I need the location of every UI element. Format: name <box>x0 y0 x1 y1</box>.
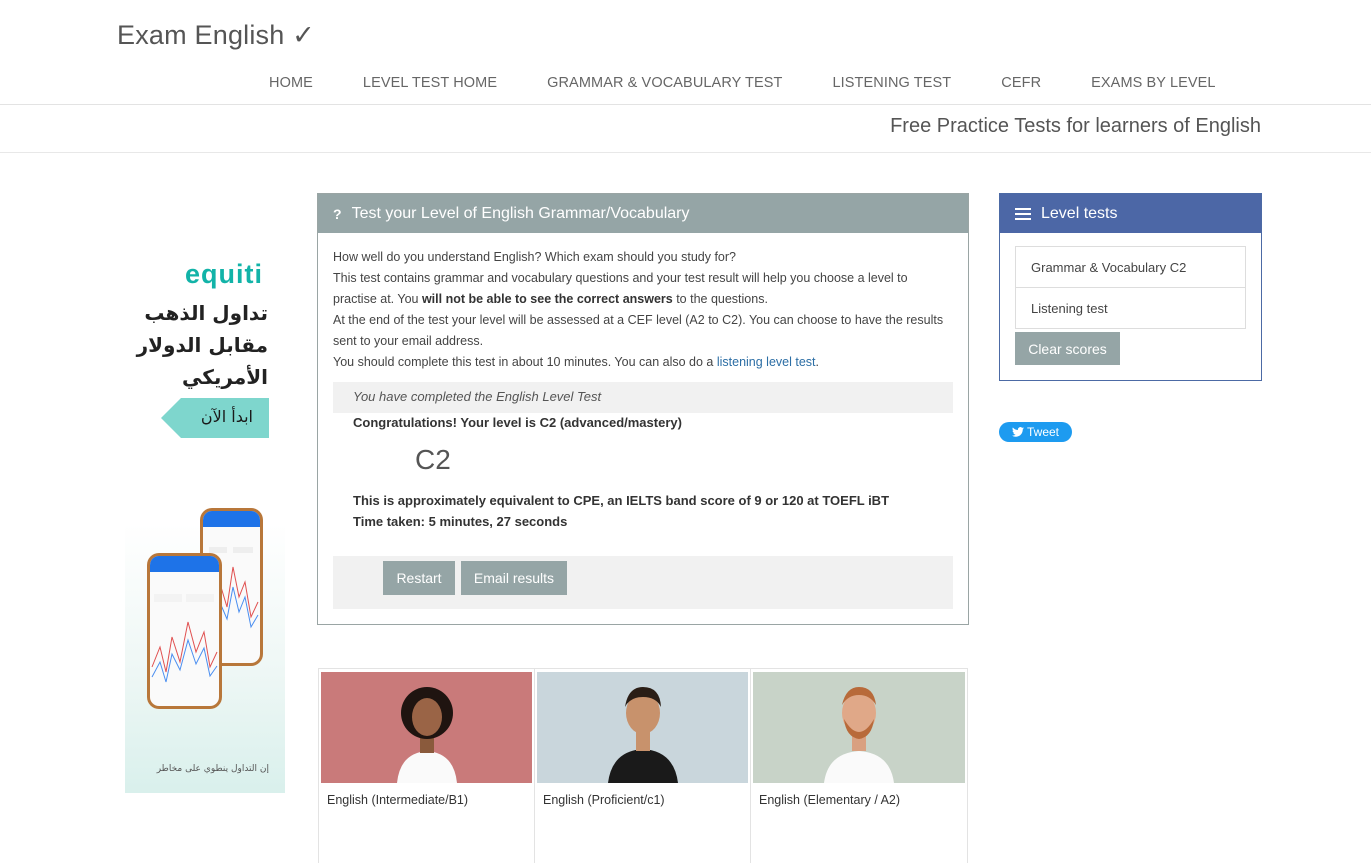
person-image <box>824 687 894 783</box>
level-test-grammar-vocabulary[interactable]: Grammar & Vocabulary C2 <box>1015 246 1246 288</box>
arrow-left-icon <box>161 398 181 438</box>
nav-listening-test[interactable]: LISTENING TEST <box>807 75 976 95</box>
intro-line: You should complete this test in about 1… <box>333 355 819 369</box>
course-cards: English (Intermediate/B1) English (Profi… <box>318 668 968 863</box>
course-card-proficient[interactable]: English (Proficient/c1) <box>535 669 751 863</box>
restart-button[interactable]: Restart <box>383 561 455 595</box>
course-photo <box>537 672 748 783</box>
test-description: How well do you understand English? Whic… <box>318 233 948 373</box>
course-caption[interactable]: English (Intermediate/B1) <box>321 783 532 807</box>
nav-level-test-home[interactable]: LEVEL TEST HOME <box>338 75 522 95</box>
course-caption[interactable]: English (Elementary / A2) <box>753 783 965 807</box>
ad-cta-button[interactable]: ابدأ الآن <box>161 398 269 438</box>
nav-home[interactable]: HOME <box>244 75 338 95</box>
nav-grammar-vocabulary-test[interactable]: GRAMMAR & VOCABULARY TEST <box>522 75 807 95</box>
course-card-intermediate[interactable]: English (Intermediate/B1) <box>319 669 535 863</box>
course-card-elementary[interactable]: English (Elementary / A2) <box>751 669 967 863</box>
tweet-button[interactable]: Tweet <box>999 422 1072 442</box>
twitter-bird-icon <box>1011 427 1024 437</box>
result-level: C2 <box>415 444 451 475</box>
completed-notice: You have completed the English Level Tes… <box>333 382 953 413</box>
nav-exams-by-level[interactable]: EXAMS BY LEVEL <box>1066 75 1240 95</box>
ad-headline-line3: الأمريكي <box>182 365 268 389</box>
list-icon <box>1015 207 1031 220</box>
listening-level-test-link[interactable]: listening level test <box>717 355 816 369</box>
ad-headline-line2: مقابل الدولار <box>136 333 268 357</box>
level-test-panel: ? Test your Level of English Grammar/Voc… <box>317 193 969 625</box>
person-image <box>607 687 678 783</box>
ad-headline-line1: تداول الذهب <box>144 301 268 325</box>
ad-disclaimer: إن التداول ينطوي على مخاطر <box>156 764 269 774</box>
panel-title: Test your Level of English Grammar/Vocab… <box>351 204 690 222</box>
result-actions: Restart Email results <box>333 556 953 609</box>
header-divider <box>0 104 1371 105</box>
advertisement-banner[interactable]: equiti تداول الذهب مقابل الدولار الأمريك… <box>125 193 285 793</box>
main-nav: HOME LEVEL TEST HOME GRAMMAR & VOCABULAR… <box>244 75 1241 95</box>
ad-logo: equiti <box>185 259 263 289</box>
level-tests-title: Level tests <box>1041 204 1118 222</box>
person-image <box>396 687 457 783</box>
nav-cefr[interactable]: CEFR <box>976 75 1066 95</box>
result-time: Time taken: 5 minutes, 27 seconds <box>353 514 568 529</box>
intro-line: This test contains grammar and vocabular… <box>333 271 908 306</box>
clear-scores-button[interactable]: Clear scores <box>1015 332 1120 365</box>
level-tests-list: Grammar & Vocabulary C2 Listening test <box>1015 246 1246 329</box>
result-congratulations: Congratulations! Your level is C2 (advan… <box>353 415 682 430</box>
ad-cta-label: ابدأ الآن <box>200 407 253 426</box>
site-logo[interactable]: Exam English ✓ <box>117 20 315 51</box>
course-photo <box>753 672 965 783</box>
trading-chart-icon <box>151 594 218 683</box>
tagline-divider <box>0 152 1371 153</box>
panel-header: ? Test your Level of English Grammar/Voc… <box>318 194 968 233</box>
email-results-button[interactable]: Email results <box>461 561 567 595</box>
course-caption[interactable]: English (Proficient/c1) <box>537 783 748 807</box>
intro-line: At the end of the test your level will b… <box>333 313 944 348</box>
tweet-label: Tweet <box>1026 425 1059 439</box>
question-icon: ? <box>333 205 342 222</box>
tagline: Free Practice Tests for learners of Engl… <box>890 115 1261 137</box>
intro-line: How well do you understand English? Whic… <box>333 250 736 264</box>
level-tests-panel: Level tests Grammar & Vocabulary C2 List… <box>999 193 1262 381</box>
course-photo <box>321 672 532 783</box>
result-details: This is approximately equivalent to CPE,… <box>353 490 889 532</box>
result-equivalent: This is approximately equivalent to CPE,… <box>353 493 890 508</box>
phone-image-front <box>147 553 222 709</box>
level-test-listening[interactable]: Listening test <box>1015 287 1246 329</box>
level-tests-header: Level tests <box>1000 194 1261 233</box>
intro-emphasis: will not be able to see the correct answ… <box>421 292 673 306</box>
